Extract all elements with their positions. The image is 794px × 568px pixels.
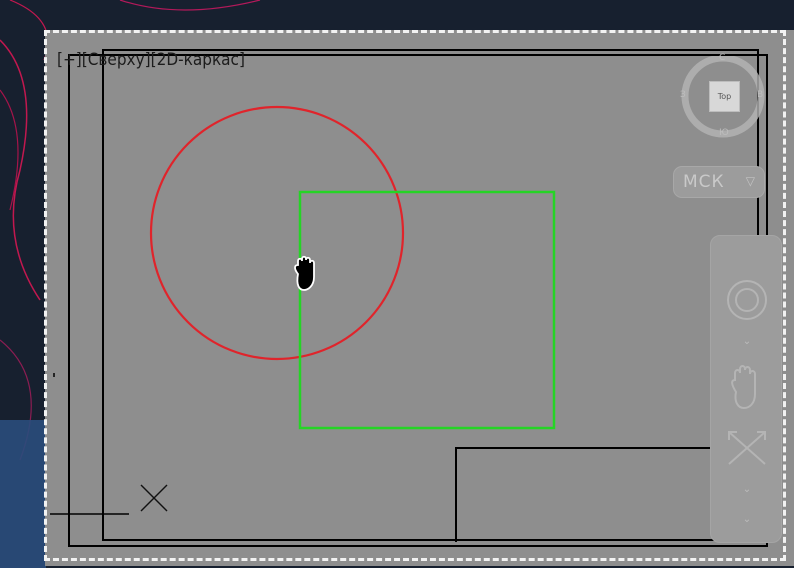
chevron-down-icon: ▽ bbox=[745, 174, 755, 188]
pan-hand-icon[interactable] bbox=[711, 364, 783, 412]
compass-east-label[interactable]: В bbox=[757, 90, 763, 100]
visual-style-menu[interactable]: [2D-каркас] bbox=[151, 50, 245, 70]
navigation-bar[interactable]: ⌄ ⌄ ⌄ bbox=[710, 235, 782, 543]
viewport-controls-menu[interactable]: [+] bbox=[57, 50, 82, 70]
drawing-border-outer[interactable] bbox=[68, 54, 768, 547]
ucs-x-marker-icon bbox=[140, 484, 168, 512]
steering-wheel-icon[interactable] bbox=[711, 278, 783, 322]
zoom-extents-icon[interactable] bbox=[711, 428, 783, 468]
autocad-window: [+][Сверху][2D-каркас] Top С Ю З В МСК ▽… bbox=[0, 0, 794, 568]
chevron-down-icon[interactable]: ⌄ bbox=[711, 514, 783, 525]
drawing-border-inner[interactable] bbox=[102, 49, 759, 541]
view-cube-face-top[interactable]: Top bbox=[709, 81, 740, 112]
wcs-menu-button[interactable]: МСК ▽ bbox=[673, 166, 765, 198]
wcs-label: МСК bbox=[683, 172, 725, 192]
red-circle[interactable] bbox=[149, 105, 405, 361]
view-cube[interactable]: Top С Ю З В bbox=[679, 53, 765, 142]
view-cube-face-label: Top bbox=[717, 92, 732, 101]
compass-north-label[interactable]: С bbox=[719, 53, 725, 63]
chevron-down-icon[interactable]: ⌄ bbox=[711, 484, 783, 495]
view-menu[interactable]: [Сверху] bbox=[82, 50, 151, 70]
drawing-viewport[interactable]: [+][Сверху][2D-каркас] Top С Ю З В МСК ▽… bbox=[45, 30, 794, 566]
compass-west-label[interactable]: З bbox=[680, 90, 686, 100]
pan-hand-icon bbox=[294, 255, 315, 291]
chevron-down-icon[interactable]: ⌄ bbox=[711, 336, 783, 347]
green-rectangle[interactable] bbox=[298, 190, 556, 430]
viewport-controls-label: [+][Сверху][2D-каркас] bbox=[57, 50, 245, 70]
compass-south-label[interactable]: Ю bbox=[719, 128, 729, 138]
